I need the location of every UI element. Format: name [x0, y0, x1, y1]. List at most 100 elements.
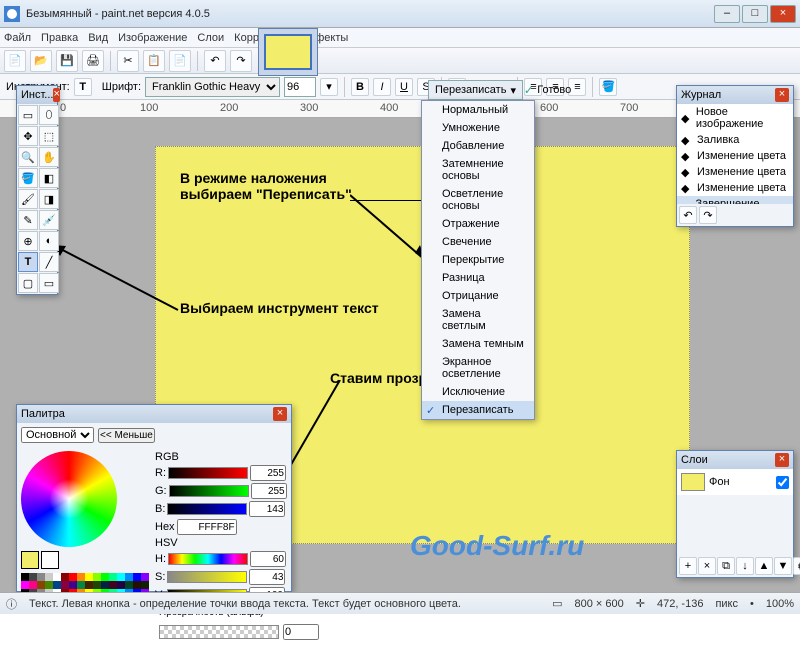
tool-recolor[interactable]: ◐: [39, 231, 59, 251]
swatch[interactable]: [141, 573, 149, 581]
swatch[interactable]: [133, 573, 141, 581]
close-icon[interactable]: ×: [775, 453, 789, 467]
delete-layer-icon[interactable]: ×: [698, 557, 716, 575]
menu-layers[interactable]: Слои: [197, 32, 224, 44]
swatch[interactable]: [21, 581, 29, 589]
redo-icon[interactable]: ↷: [699, 206, 717, 224]
swatch[interactable]: [37, 573, 45, 581]
maximize-button[interactable]: □: [742, 5, 768, 23]
swatch[interactable]: [45, 573, 53, 581]
history-item[interactable]: ◆Изменение цвета: [677, 148, 793, 164]
blend-option[interactable]: Замена светлым: [422, 305, 534, 335]
tool-rect[interactable]: ▭: [39, 273, 59, 293]
h-input[interactable]: [250, 551, 286, 567]
menu-edit[interactable]: Правка: [41, 32, 78, 44]
tool-pan[interactable]: ✋: [39, 147, 59, 167]
image-thumbnail-strip[interactable]: [258, 28, 318, 76]
swatch[interactable]: [37, 581, 45, 589]
swatch[interactable]: [101, 573, 109, 581]
less-button[interactable]: << Меньше: [98, 428, 155, 443]
bold-button[interactable]: B: [351, 78, 369, 96]
swatch[interactable]: [53, 573, 61, 581]
swatch[interactable]: [77, 573, 85, 581]
finish-button[interactable]: ✓Готово: [518, 80, 577, 100]
color-wheel[interactable]: [21, 451, 117, 547]
undo-button[interactable]: ↶: [204, 50, 226, 72]
tool-rect-select[interactable]: ▭: [18, 105, 38, 125]
redo-button[interactable]: ↷: [230, 50, 252, 72]
g-slider[interactable]: [169, 485, 249, 497]
props-layer-icon[interactable]: ⚙: [793, 557, 800, 575]
history-item[interactable]: ◆Завершение заливки: [677, 196, 793, 204]
b-slider[interactable]: [167, 503, 247, 515]
tool-clone[interactable]: ⊕: [18, 231, 38, 251]
close-button[interactable]: ×: [770, 5, 796, 23]
alpha-slider[interactable]: [159, 625, 279, 639]
swatch[interactable]: [117, 581, 125, 589]
blend-option[interactable]: Экранное осветление: [422, 353, 534, 383]
text-tool-icon[interactable]: T: [74, 78, 92, 96]
r-slider[interactable]: [168, 467, 248, 479]
h-slider[interactable]: [168, 553, 248, 565]
layer-visible-checkbox[interactable]: [776, 476, 789, 489]
hex-input[interactable]: [177, 519, 237, 535]
swatch[interactable]: [85, 581, 93, 589]
tool-shape[interactable]: ▢: [18, 273, 38, 293]
tool-move-sel[interactable]: ⬚: [39, 126, 59, 146]
tool-line[interactable]: ╱: [39, 252, 59, 272]
tool-move[interactable]: ✥: [18, 126, 38, 146]
size-down[interactable]: ▾: [320, 78, 338, 96]
open-button[interactable]: 📂: [30, 50, 52, 72]
close-icon[interactable]: ×: [273, 407, 287, 421]
blend-option[interactable]: Осветление основы: [422, 185, 534, 215]
blend-option[interactable]: Умножение: [422, 119, 534, 137]
tool-text[interactable]: T: [18, 252, 38, 272]
print-button[interactable]: 🖨: [82, 50, 104, 72]
blend-option[interactable]: Добавление: [422, 137, 534, 155]
s-input[interactable]: [249, 569, 285, 585]
add-layer-icon[interactable]: +: [679, 557, 697, 575]
blend-option[interactable]: Перезаписать: [422, 401, 534, 419]
layer-row[interactable]: Фон: [677, 469, 793, 495]
swatch[interactable]: [125, 581, 133, 589]
swatch[interactable]: [141, 581, 149, 589]
history-item[interactable]: ◆Изменение цвета: [677, 164, 793, 180]
swatch[interactable]: [61, 581, 69, 589]
blend-mode-button[interactable]: Перезаписать▾: [428, 80, 523, 100]
tool-zoom[interactable]: 🔍: [18, 147, 38, 167]
menu-view[interactable]: Вид: [88, 32, 108, 44]
menu-image[interactable]: Изображение: [118, 32, 187, 44]
history-item[interactable]: ◆Заливка: [677, 132, 793, 148]
tool-eraser[interactable]: ◨: [39, 189, 59, 209]
r-input[interactable]: [250, 465, 286, 481]
font-select[interactable]: Franklin Gothic Heavy: [145, 77, 280, 97]
color-slot-select[interactable]: Основной: [21, 427, 94, 443]
blend-option[interactable]: Замена темным: [422, 335, 534, 353]
up-layer-icon[interactable]: ▲: [755, 557, 773, 575]
swatch[interactable]: [93, 573, 101, 581]
swatch[interactable]: [117, 573, 125, 581]
close-icon[interactable]: ×: [53, 88, 59, 102]
swatch[interactable]: [29, 581, 37, 589]
status-unit[interactable]: пикс: [715, 598, 738, 610]
font-size-input[interactable]: [284, 77, 316, 97]
swatch[interactable]: [69, 573, 77, 581]
fill-mode[interactable]: 🪣: [599, 78, 617, 96]
blend-option[interactable]: Нормальный: [422, 101, 534, 119]
merge-layer-icon[interactable]: ↓: [736, 557, 754, 575]
tool-fill[interactable]: 🪣: [18, 168, 38, 188]
minimize-button[interactable]: –: [714, 5, 740, 23]
b-input[interactable]: [249, 501, 285, 517]
swatch[interactable]: [21, 573, 29, 581]
copy-button[interactable]: 📋: [143, 50, 165, 72]
swatch[interactable]: [53, 581, 61, 589]
blend-option[interactable]: Свечение: [422, 233, 534, 251]
blend-option[interactable]: Исключение: [422, 383, 534, 401]
blend-option[interactable]: Перекрытие: [422, 251, 534, 269]
paste-button[interactable]: 📄: [169, 50, 191, 72]
blend-option[interactable]: Разница: [422, 269, 534, 287]
swatch[interactable]: [109, 573, 117, 581]
blend-option[interactable]: Отрицание: [422, 287, 534, 305]
tool-picker[interactable]: 💉: [39, 210, 59, 230]
dup-layer-icon[interactable]: ⧉: [717, 557, 735, 575]
